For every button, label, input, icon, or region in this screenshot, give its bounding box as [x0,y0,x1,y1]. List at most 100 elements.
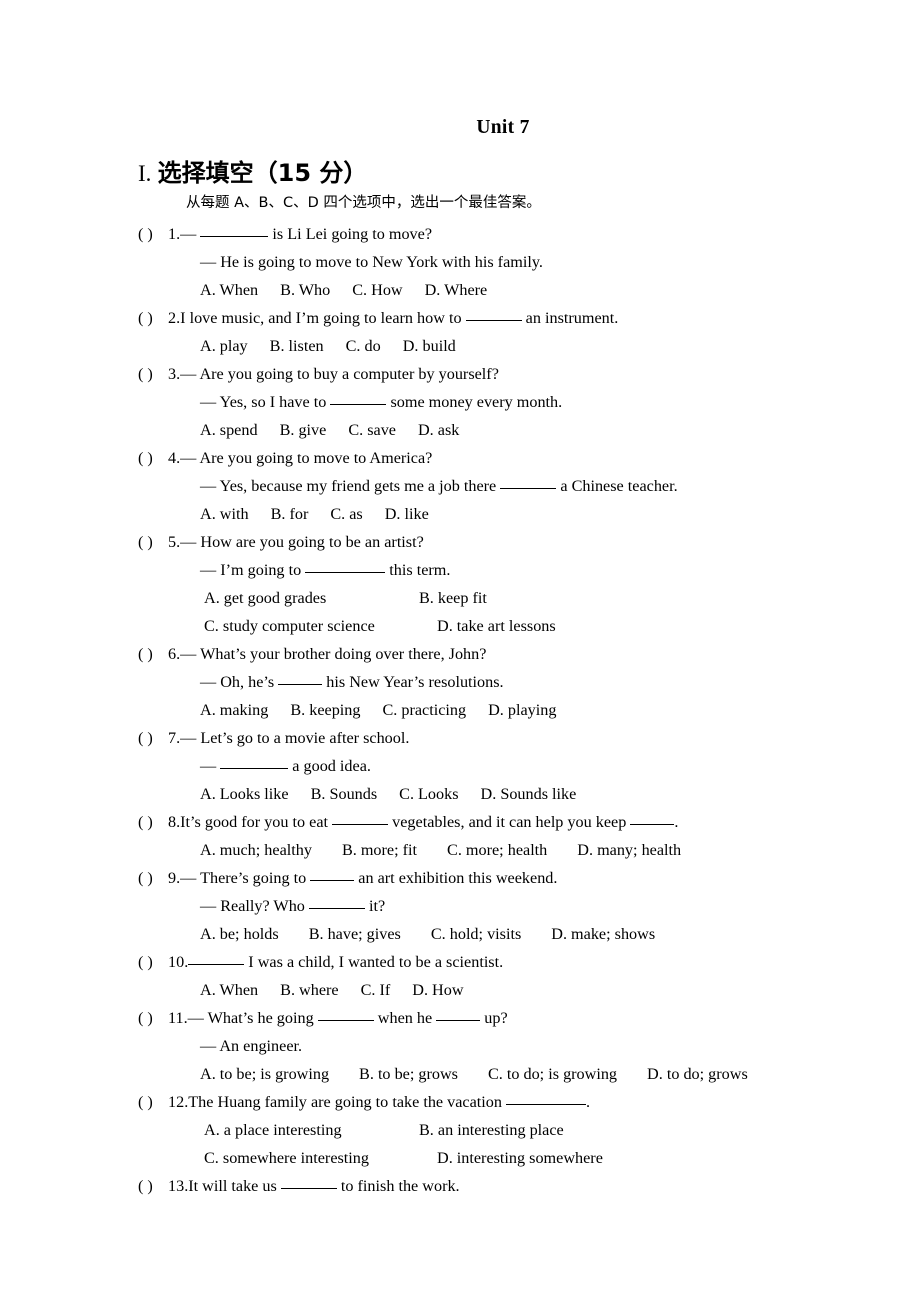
answer-bracket[interactable]: ( ) [138,304,168,332]
answer-bracket[interactable]: ( ) [138,444,168,472]
option-choice[interactable]: D. interesting somewhere [437,1149,603,1167]
answer-bracket[interactable]: ( ) [138,1088,168,1116]
option-choice[interactable]: A. get good grades [204,584,419,612]
answer-bracket[interactable]: ( ) [138,1172,168,1200]
question-continuation-line: — An engineer. [138,1032,838,1060]
answer-bracket[interactable]: ( ) [138,1004,168,1032]
section-title: 选择填空（15 分） [157,158,368,187]
option-choice[interactable]: B. to be; grows [359,1065,458,1083]
question-continuation-line: — Yes, because my friend gets me a job t… [200,476,678,495]
option-choice[interactable]: A. be; holds [200,925,279,943]
answer-blank[interactable] [310,879,355,881]
answer-blank[interactable] [220,767,289,769]
question-item: ( ) 13. It will take us to finish the wo… [138,1172,838,1200]
section-number: I. [138,160,152,186]
option-choice[interactable]: B. Who [280,281,330,299]
option-row: A. making B. keeping C. practicing D. playi… [138,696,838,724]
answer-bracket[interactable]: ( ) [138,808,168,836]
answer-bracket[interactable]: ( ) [138,528,168,556]
answer-bracket[interactable]: ( ) [138,864,168,892]
option-choice[interactable]: B. where [280,981,338,999]
option-choice[interactable]: D. playing [488,701,556,719]
section-heading: I. 选择填空（15 分） [138,160,838,187]
answer-blank[interactable] [317,1019,374,1021]
answer-blank[interactable] [280,1187,337,1189]
answer-blank[interactable] [188,963,245,965]
option-choice[interactable]: C. more; health [447,841,547,859]
option-choice[interactable]: D. make; shows [551,925,655,943]
option-choice[interactable]: C. hold; visits [431,925,521,943]
question-continuation-line: — Yes, so I have to some money every mon… [200,392,563,411]
option-choice[interactable]: B. an interesting place [419,1121,564,1139]
answer-blank[interactable] [305,571,386,573]
option-choice[interactable]: C. do [346,337,381,355]
option-choice[interactable]: B. for [271,505,309,523]
answer-blank[interactable] [630,823,675,825]
option-choice[interactable]: A. to be; is growing [200,1065,329,1083]
question-prompt-line: ( ) 10. I was a child, I wanted to be a … [138,948,838,976]
question-continuation-line: — I’m going to this term. [200,560,451,579]
answer-blank[interactable] [332,823,389,825]
option-choice[interactable]: C. practicing [382,701,466,719]
option-choice[interactable]: D. build [403,337,456,355]
question-item: ( ) 4. — Are you going to move to Americ… [138,444,838,528]
answer-blank[interactable] [330,403,387,405]
option-choice[interactable]: D. many; health [577,841,681,859]
option-choice[interactable]: D. like [385,505,429,523]
option-choice[interactable]: A. making [200,701,268,719]
answer-bracket[interactable]: ( ) [138,360,168,388]
question-continuation-line: — Oh, he’s his New Year’s resolutions. [200,672,504,691]
option-choice[interactable]: C. How [352,281,402,299]
option-choice[interactable]: B. keeping [290,701,360,719]
option-choice[interactable]: D. take art lessons [437,617,556,635]
option-choice[interactable]: B. listen [270,337,324,355]
option-choice[interactable]: A. When [200,281,258,299]
option-choice[interactable]: D. Where [425,281,488,299]
question-prompt-line: ( ) 2. I love music, and I’m going to le… [138,304,838,332]
option-choice[interactable]: C. study computer science [204,612,437,640]
question-number: 2. [168,308,181,327]
option-choice[interactable]: D. ask [418,421,459,439]
option-choice[interactable]: C. to do; is growing [488,1065,617,1083]
option-choice[interactable]: A. a place interesting [204,1116,419,1144]
option-choice[interactable]: D. How [412,981,463,999]
option-row: C. somewhere interesting D. interesting s… [138,1144,838,1172]
answer-blank[interactable] [465,319,522,321]
option-row: A. When B. where C. If D. How [138,976,838,1004]
answer-blank[interactable] [308,907,365,909]
answer-bracket[interactable]: ( ) [138,640,168,668]
option-choice[interactable]: C. If [361,981,391,999]
question-prompt-line: ( ) 8. It’s good for you to eat vegetabl… [138,808,838,836]
question-continuation-line: — He is going to move to New York with h… [138,248,838,276]
option-choice[interactable]: C. somewhere interesting [204,1144,437,1172]
option-choice[interactable]: A. with [200,505,249,523]
option-choice[interactable]: C. Looks [399,785,458,803]
option-choice[interactable]: A. When [200,981,258,999]
answer-blank[interactable] [278,683,323,685]
answer-blank[interactable] [506,1103,587,1105]
option-choice[interactable]: A. Looks like [200,785,289,803]
question-number: 9. [168,868,181,887]
option-choice[interactable]: B. keep fit [419,589,487,607]
option-choice[interactable]: B. have; gives [309,925,401,943]
answer-bracket[interactable]: ( ) [138,220,168,248]
option-choice[interactable]: D. Sounds like [481,785,577,803]
option-choice[interactable]: C. as [330,505,362,523]
option-choice[interactable]: A. much; healthy [200,841,312,859]
option-choice[interactable]: B. Sounds [311,785,378,803]
question-prompt-line: ( ) 12. The Huang family are going to ta… [138,1088,838,1116]
question-continuation-line: — a good idea. [200,756,371,775]
answer-blank[interactable] [500,487,557,489]
answer-blank[interactable] [200,235,269,237]
question-prompt-line: ( ) 1. — is Li Lei going to move? [138,220,838,248]
option-choice[interactable]: A. spend [200,421,258,439]
option-choice[interactable]: D. to do; grows [647,1065,748,1083]
option-choice[interactable]: A. play [200,337,248,355]
option-choice[interactable]: B. give [280,421,327,439]
option-choice[interactable]: B. more; fit [342,841,417,859]
answer-blank[interactable] [436,1019,481,1021]
option-choice[interactable]: C. save [348,421,396,439]
answer-bracket[interactable]: ( ) [138,724,168,752]
answer-bracket[interactable]: ( ) [138,948,168,976]
question-number: 1. [168,224,181,243]
